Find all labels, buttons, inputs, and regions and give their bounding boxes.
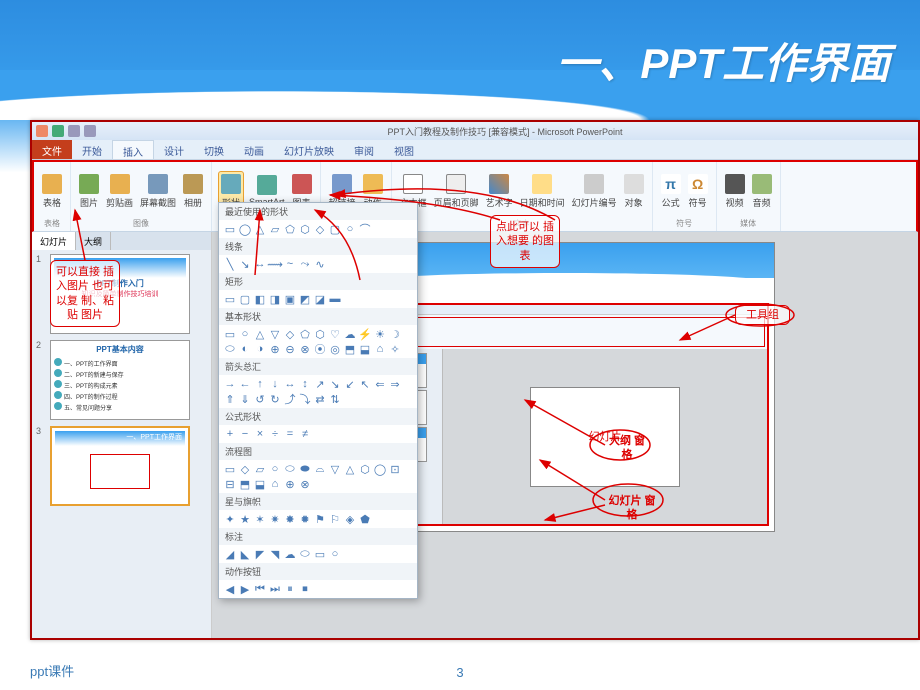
footer-left: ppt课件 [30, 661, 74, 680]
side-tab-outline[interactable]: 大纲 [76, 232, 111, 250]
shapes-dropdown[interactable]: 最近使用的形状 ▭◯△▱⬠⬡◇▢○⌒ 线条 ╲↘↔⟿~⤳∿ 矩形 ▭▢◧◨▣◩◪… [218, 202, 418, 599]
app-icon [36, 125, 48, 137]
group-tables: 表格 [44, 218, 60, 229]
tab-animations[interactable]: 动画 [234, 140, 274, 159]
object-button[interactable]: 对象 [622, 172, 646, 211]
wordart-button[interactable]: 艺术字 [484, 172, 515, 211]
slide-title: 一、PPT工作界面 [556, 30, 890, 91]
tab-insert[interactable]: 插入 [112, 140, 154, 159]
group-images: 图像 [133, 218, 149, 229]
screenshot-button[interactable]: 屏幕截图 [138, 172, 178, 211]
tab-transitions[interactable]: 切换 [194, 140, 234, 159]
callout-images: 可以直接 插入图片 也可以复 制、粘贴 图片 [50, 260, 120, 327]
picture-button[interactable]: 图片 [77, 172, 101, 211]
datetime-button[interactable]: 日期和时间 [518, 172, 567, 211]
tables-button[interactable]: 表格 [40, 172, 64, 211]
callout-slidepane: 幻灯片 窗格 [602, 490, 662, 527]
redo-icon[interactable] [84, 125, 96, 137]
album-button[interactable]: 相册 [181, 172, 205, 211]
thumb-2[interactable]: 2 PPT基本内容 一、PPT的工作界面 二、PPT的新建与保存 三、PPT的构… [36, 340, 207, 420]
headerfooter-button[interactable]: 页眉和页脚 [432, 172, 481, 211]
save-icon[interactable] [52, 125, 64, 137]
equation-button[interactable]: π公式 [659, 172, 683, 211]
current-slide[interactable]: 幻灯片 [355, 242, 775, 532]
thumb-3[interactable]: 3 一、PPT工作界面 [36, 426, 207, 506]
page-number: 3 [456, 665, 463, 680]
undo-icon[interactable] [68, 125, 80, 137]
tab-home[interactable]: 开始 [72, 140, 112, 159]
slidenum-button[interactable]: 幻灯片编号 [570, 172, 619, 211]
tab-slideshow[interactable]: 幻灯片放映 [274, 140, 344, 159]
tab-file[interactable]: 文件 [32, 140, 72, 159]
callout-outline: 大纲 窗格 [602, 430, 652, 467]
group-symbols: 符号 [676, 218, 692, 229]
powerpoint-window: PPT入门教程及制作技巧 [兼容模式] - Microsoft PowerPoi… [30, 120, 920, 640]
callout-toolbar: 工具组 [735, 305, 790, 325]
callout-chart: 点此可以 插入想要 的图表 [490, 215, 560, 268]
audio-button[interactable]: 音频 [750, 172, 774, 211]
symbol-button[interactable]: Ω符号 [686, 172, 710, 211]
video-button[interactable]: 视频 [723, 172, 747, 211]
tab-design[interactable]: 设计 [154, 140, 194, 159]
side-tab-slides[interactable]: 幻灯片 [32, 232, 76, 250]
ribbon: 表格 表格 图片 剪贴画 屏幕截图 相册 图像 形状 SmartArt 图表 [32, 160, 918, 232]
title-bar: PPT入门教程及制作技巧 [兼容模式] - Microsoft PowerPoi… [32, 122, 918, 140]
window-title: PPT入门教程及制作技巧 [兼容模式] - Microsoft PowerPoi… [387, 125, 622, 138]
clipart-button[interactable]: 剪贴画 [104, 172, 135, 211]
ribbon-tabs: 文件 开始 插入 设计 切换 动画 幻灯片放映 审阅 视图 [32, 140, 918, 160]
tab-review[interactable]: 审阅 [344, 140, 384, 159]
group-media: 媒体 [740, 218, 756, 229]
tab-view[interactable]: 视图 [384, 140, 424, 159]
